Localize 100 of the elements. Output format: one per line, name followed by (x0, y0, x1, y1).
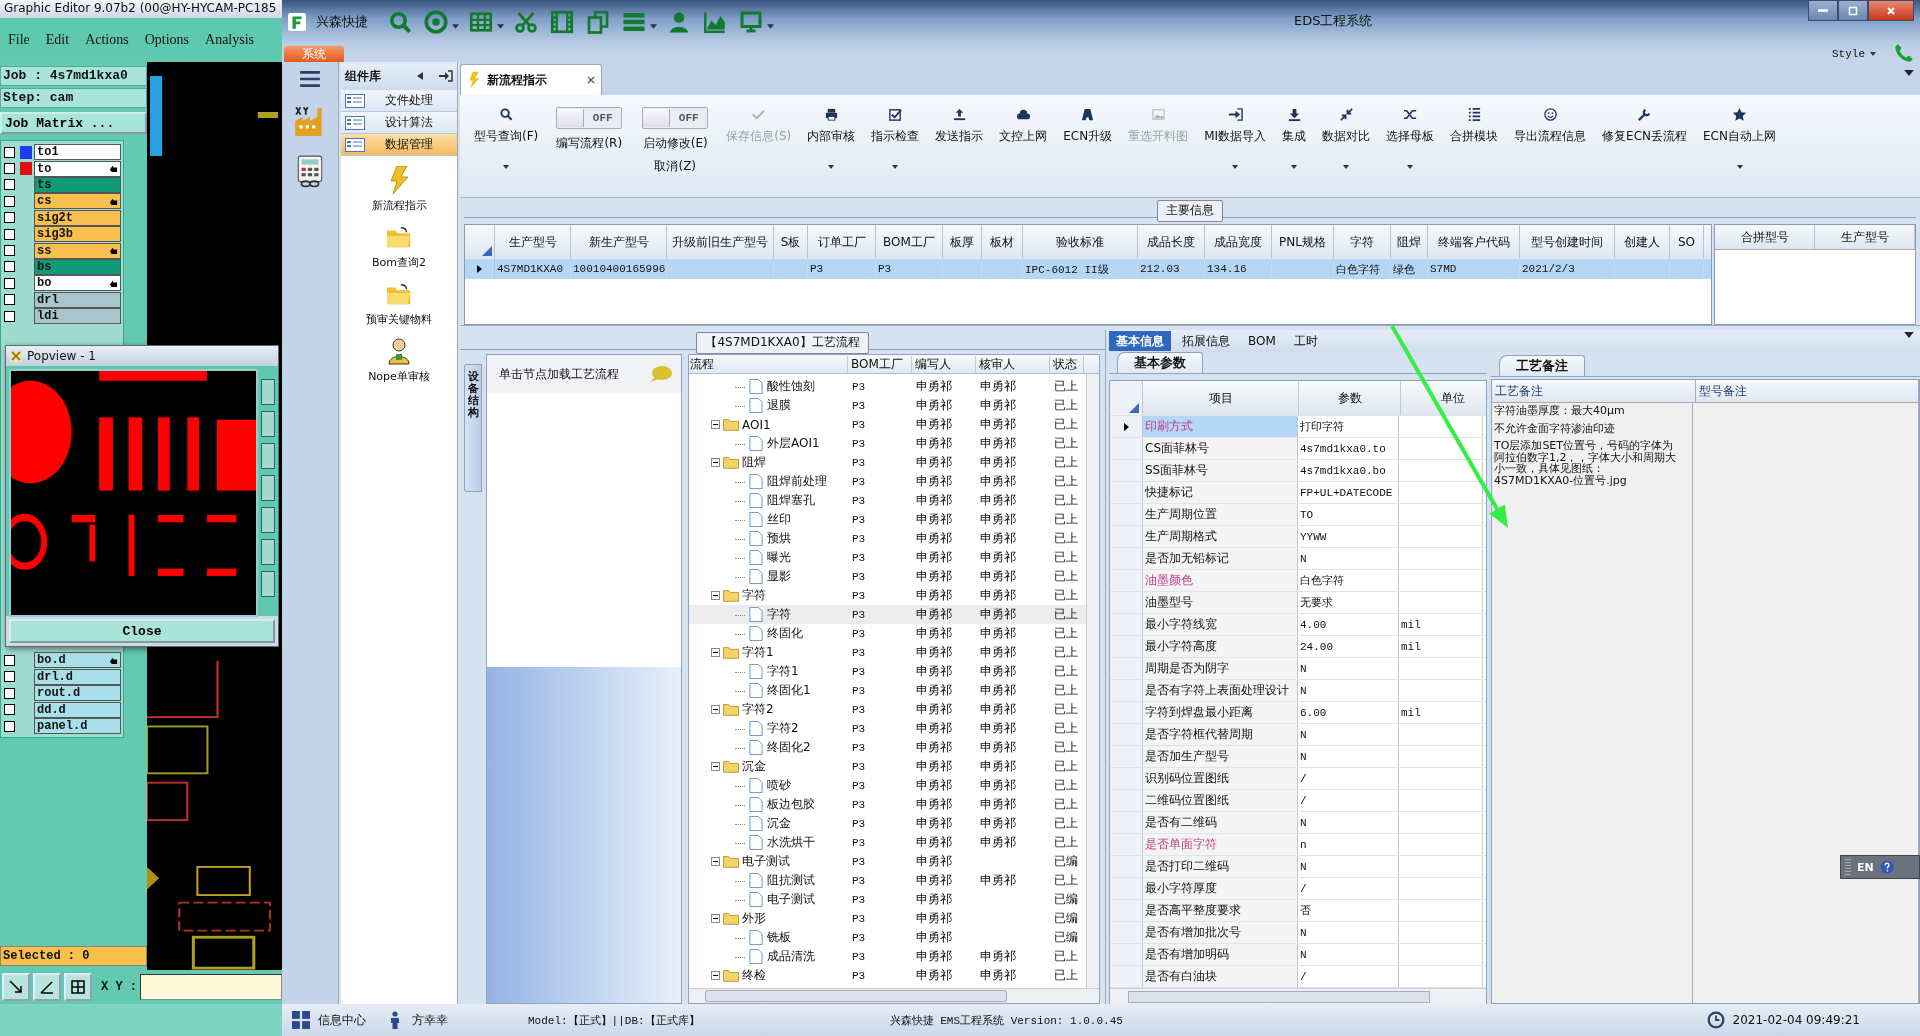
menu-item[interactable]: File (8, 32, 30, 48)
layer-name[interactable]: to1 (34, 144, 121, 161)
caret-icon[interactable] (828, 165, 835, 169)
tree-row[interactable]: 阻焊前处理 P3 申勇祁 申勇祁 已上 (689, 472, 1086, 491)
ribbon-button[interactable]: 发送指示 (927, 107, 992, 145)
tool-label[interactable]: 新流程指示 (371, 198, 427, 213)
layer-name[interactable]: panel.d (34, 718, 121, 735)
tree-row[interactable]: 酸性蚀刻 P3 申勇祁 申勇祁 已上 (689, 377, 1086, 396)
tree-row[interactable]: 水洗烘干 P3 申勇祁 申勇祁 已上 (689, 833, 1086, 852)
tree-node-label[interactable]: 电子测试 (742, 853, 790, 870)
ribbon-button[interactable]: ECN升级 (1055, 107, 1121, 145)
view-tool-button[interactable] (261, 539, 275, 565)
info-center-link[interactable]: 信息中心 (318, 1011, 366, 1029)
tree-node-label[interactable]: 阻抗测试 (767, 872, 815, 889)
layer-name[interactable]: rout.d (34, 685, 121, 702)
layer-checkbox[interactable] (4, 245, 15, 257)
view-tool-button[interactable] (261, 379, 275, 405)
table-row[interactable]: 4S7MD1KXA0 10010400165996 P3 P3 IPC-6012 II级 212.03 134.16 白色字符 绿色 S7MD 2021/2/3 (465, 259, 1711, 279)
tree-node-label[interactable]: 水洗烘干 (767, 834, 815, 851)
monitor-icon[interactable] (739, 10, 763, 34)
ribbon-button[interactable]: MI数据导入 (1196, 107, 1275, 169)
property-value[interactable]: 否 (1298, 900, 1399, 921)
tree-row[interactable]: 阻抗测试 P3 申勇祁 申勇祁 已上 (689, 871, 1086, 890)
column-header[interactable]: 状态 (1050, 355, 1084, 373)
tree-row[interactable]: 退膜 P3 申勇祁 申勇祁 已上 (689, 396, 1086, 415)
property-name[interactable]: 快捷标记 (1143, 482, 1298, 503)
grid-icon[interactable] (469, 10, 493, 34)
layer-name[interactable]: to (34, 160, 121, 177)
menu-item[interactable]: Options (144, 32, 190, 48)
caret-icon[interactable] (1904, 69, 1914, 76)
tree-row[interactable]: 外层AOI1 P3 申勇祁 申勇祁 已上 (689, 434, 1086, 453)
sign-in-icon[interactable] (439, 70, 453, 82)
property-name[interactable]: 是否有二维码 (1143, 812, 1298, 833)
property-value[interactable]: FP+UL+DATECODE (1298, 482, 1399, 503)
tree-node-label[interactable]: 字符1 (742, 644, 774, 661)
layer-checkbox[interactable] (4, 179, 15, 191)
layer-checkbox[interactable] (4, 720, 15, 732)
panel-group[interactable]: 文件处理 (341, 90, 457, 112)
caret-icon[interactable] (892, 165, 899, 169)
row-header[interactable] (1110, 416, 1143, 437)
view-tool-button[interactable] (261, 475, 275, 501)
side-tab[interactable]: 设备结构 (464, 364, 482, 492)
tool-label[interactable]: 预审关键物料 (366, 312, 432, 327)
tree-row[interactable]: 外形 P3 申勇祁 已编 (689, 909, 1086, 928)
tree-row[interactable]: 丝印 P3 申勇祁 申勇祁 已上 (689, 510, 1086, 529)
caret-icon[interactable] (503, 165, 510, 169)
property-value[interactable]: N (1298, 944, 1399, 965)
caret-icon[interactable] (767, 23, 774, 29)
property-name[interactable]: 是否打印二维码 (1143, 856, 1298, 877)
tree-node-label[interactable]: 字符2 (742, 701, 774, 718)
tree-row[interactable]: 终检 P3 申勇祁 申勇祁 已上 (689, 966, 1086, 985)
layer-checkbox[interactable] (4, 146, 15, 158)
property-name[interactable]: 油墨型号 (1143, 592, 1298, 613)
close-button[interactable] (1868, 0, 1914, 21)
property-value[interactable]: / (1298, 878, 1399, 899)
property-value[interactable]: TO (1298, 504, 1399, 525)
chart-icon[interactable] (703, 10, 727, 34)
layer-name[interactable]: drl.d (34, 668, 121, 685)
tree-node-label[interactable]: 铣板 (767, 929, 791, 946)
ribbon-button[interactable]: 文控上网 (991, 107, 1056, 145)
layer-name[interactable]: drl (34, 291, 121, 308)
caret-icon[interactable] (1291, 165, 1298, 169)
maximize-button[interactable] (1838, 0, 1868, 21)
column-header[interactable]: 核审人 (976, 355, 1050, 373)
tool-label[interactable]: Bom查询2 (372, 255, 426, 270)
tree-row[interactable]: AOI1 P3 申勇祁 申勇祁 已上 (689, 415, 1086, 434)
tree-node-label[interactable]: 曝光 (767, 549, 791, 566)
tree-row[interactable]: 字符1 P3 申勇祁 申勇祁 已上 (689, 662, 1086, 681)
layer-checkbox[interactable] (4, 163, 15, 175)
tool-button[interactable] (2, 973, 30, 1001)
property-name[interactable]: SS面菲林号 (1143, 460, 1298, 481)
layer-checkbox[interactable] (4, 310, 15, 322)
tab[interactable]: 拓展信息 (1175, 331, 1237, 351)
property-name[interactable]: 是否高平整度要求 (1143, 900, 1298, 921)
column-header[interactable]: 参数 (1337, 389, 1362, 407)
property-value[interactable]: N (1298, 724, 1399, 745)
layer-checkbox[interactable] (4, 671, 15, 683)
property-name[interactable]: 最小字符高度 (1143, 636, 1298, 657)
property-value[interactable]: / (1298, 790, 1399, 811)
layer-name[interactable]: bo.d (34, 652, 121, 669)
language-indicator[interactable]: EN (1857, 860, 1874, 874)
caret-icon[interactable] (1736, 165, 1743, 169)
tree-node-label[interactable]: 丝印 (767, 511, 791, 528)
tool-button[interactable] (33, 973, 61, 1001)
tree-row[interactable]: 板边包胶 P3 申勇祁 申勇祁 已上 (689, 795, 1086, 814)
property-name[interactable]: 是否有增加批次号 (1143, 922, 1298, 943)
ribbon-button[interactable]: 指示检查 (863, 107, 928, 169)
tree-node-label[interactable]: 终固化 (767, 625, 803, 642)
tree-node-label[interactable]: AOI1 (742, 417, 771, 432)
scissors-icon[interactable] (514, 10, 538, 34)
property-name[interactable]: 是否加无铅标记 (1143, 548, 1298, 569)
minimize-button[interactable] (1808, 0, 1838, 21)
collapse-icon[interactable] (711, 458, 720, 467)
caret-icon[interactable] (1232, 165, 1239, 169)
property-name[interactable]: 是否字符框代替周期 (1143, 724, 1298, 745)
panel-group[interactable]: 数据管理 (341, 134, 457, 156)
property-value[interactable]: / (1298, 966, 1399, 987)
property-value[interactable]: N (1298, 680, 1399, 701)
property-value[interactable]: N (1298, 548, 1399, 569)
film-icon[interactable] (550, 10, 574, 34)
